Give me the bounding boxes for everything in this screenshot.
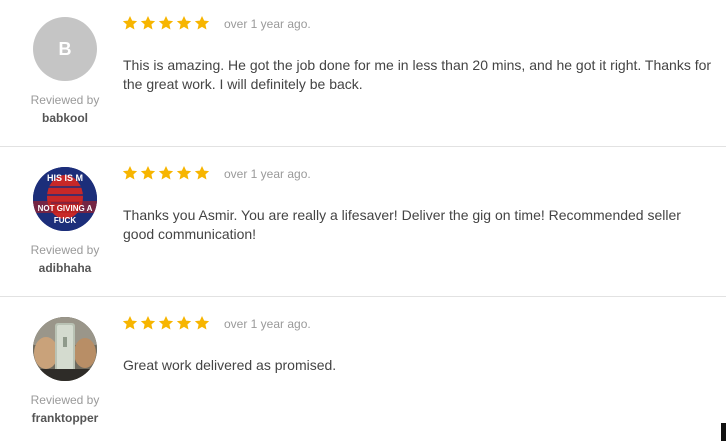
avatar-letter: B	[58, 38, 72, 59]
star-icon	[140, 16, 156, 30]
avatar[interactable]: HIS IS M NOT GIVING A FUCK	[33, 167, 97, 231]
star-rating	[122, 165, 210, 181]
reviewed-by-label: Reviewed by	[30, 243, 100, 257]
star-icon	[122, 316, 138, 330]
review-text: Thanks you Asmir. You are really a lifes…	[123, 207, 681, 242]
star-icon	[158, 316, 174, 330]
star-icon	[122, 16, 138, 30]
meme-text-top: HIS IS M	[47, 173, 83, 183]
scrollbar-fragment	[721, 423, 726, 441]
review-item: HIS IS M NOT GIVING A FUCK Reviewed by a…	[0, 147, 726, 297]
star-icon	[140, 166, 156, 180]
star-icon	[158, 16, 174, 30]
reviewed-by-label: Reviewed by	[30, 393, 100, 407]
avatar[interactable]	[33, 317, 97, 381]
star-icon	[194, 316, 210, 330]
photo-avatar-image	[33, 317, 97, 381]
star-icon	[176, 316, 192, 330]
review-timestamp: over 1 year ago.	[224, 167, 311, 181]
reviewer-username[interactable]: babkool	[0, 111, 130, 125]
meme-text-mid: NOT GIVING A	[38, 204, 93, 213]
reviewed-by-label: Reviewed by	[30, 93, 100, 107]
star-icon	[122, 166, 138, 180]
review-item: B Reviewed by babkool over 1 year ago. T…	[0, 0, 726, 147]
avatar[interactable]: B	[33, 17, 97, 81]
review-timestamp: over 1 year ago.	[224, 17, 311, 31]
star-rating	[122, 315, 210, 331]
meme-avatar-image: HIS IS M NOT GIVING A FUCK	[33, 167, 97, 231]
star-icon	[176, 16, 192, 30]
review-item: Reviewed by franktopper over 1 year ago.…	[0, 297, 726, 441]
star-icon	[194, 166, 210, 180]
star-rating	[122, 15, 210, 31]
review-text: This is amazing. He got the job done for…	[123, 57, 712, 92]
review-timestamp: over 1 year ago.	[224, 317, 311, 331]
star-icon	[176, 166, 192, 180]
star-icon	[140, 316, 156, 330]
review-text: Great work delivered as promised.	[123, 357, 337, 373]
meme-text-bottom: FUCK	[54, 216, 76, 225]
star-icon	[194, 16, 210, 30]
star-icon	[158, 166, 174, 180]
reviewer-username[interactable]: franktopper	[0, 411, 130, 425]
reviewer-username[interactable]: adibhaha	[0, 261, 130, 275]
